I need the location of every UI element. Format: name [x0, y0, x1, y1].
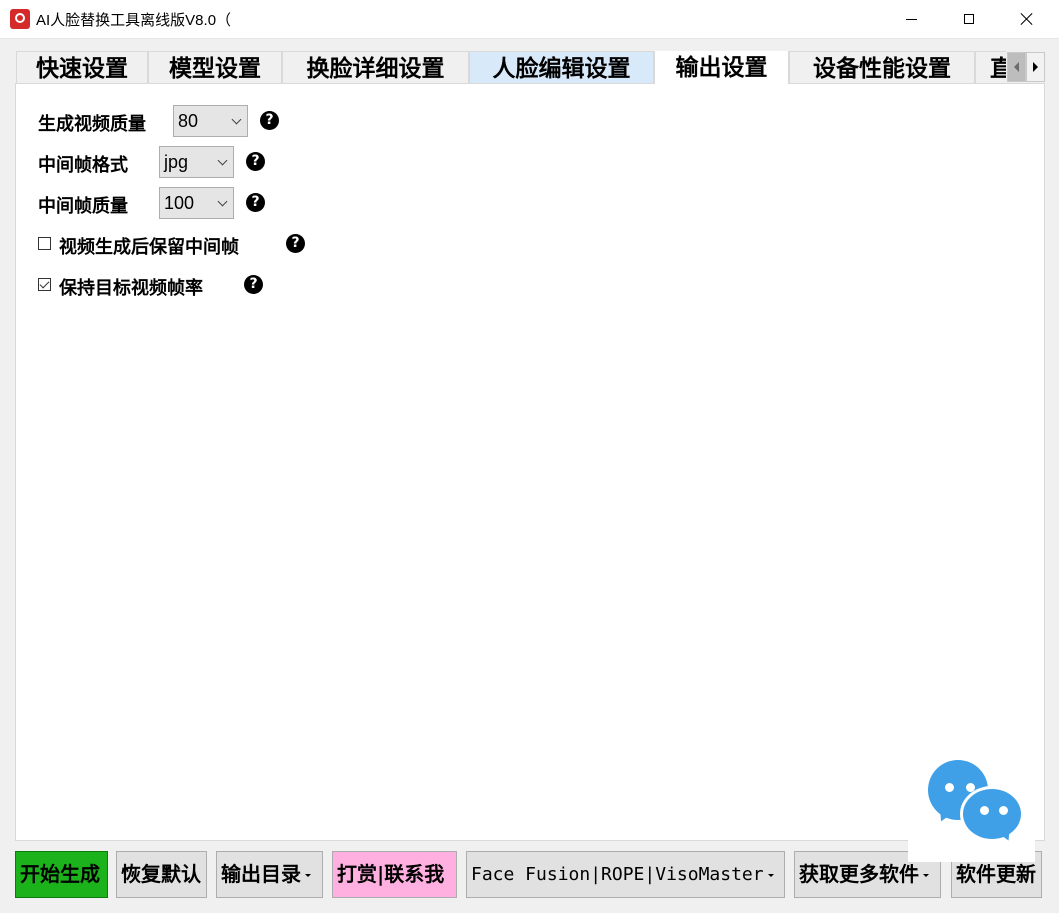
output-dir-button[interactable]: 输出目录 [216, 851, 323, 898]
engine-select-label: Face Fusion|ROPE|VisoMaster [471, 864, 764, 885]
window-title: AI人脸替换工具离线版V8.0（ [36, 12, 232, 29]
help-icon[interactable]: ? [286, 234, 305, 253]
frame-quality-select[interactable]: 100 [159, 187, 234, 219]
frame-format-value: jpg [164, 152, 189, 172]
title-bar: AI人脸替换工具离线版V8.0（ [0, 0, 1059, 39]
close-icon [1020, 12, 1034, 26]
help-icon[interactable]: ? [246, 193, 265, 212]
wechat-dot [999, 806, 1008, 815]
help-icon[interactable]: ? [260, 111, 279, 130]
help-icon[interactable]: ? [246, 152, 265, 171]
start-generate-label: 开始生成 [20, 862, 100, 886]
chevron-down-icon [217, 155, 228, 166]
chevron-down-icon [217, 196, 228, 207]
dropdown-arrow-icon [767, 873, 774, 877]
output-dir-label: 输出目录 [221, 862, 301, 886]
minimize-icon [905, 18, 917, 20]
tab-swap-detail-settings[interactable]: 换脸详细设置 [282, 51, 469, 84]
donate-contact-label: 打赏|联系我 [337, 862, 445, 886]
restore-defaults-button[interactable]: 恢复默认 [116, 851, 207, 898]
start-generate-button[interactable]: 开始生成 [15, 851, 108, 898]
tab-scroll-right-button[interactable] [1026, 52, 1045, 82]
app-logo-icon [10, 9, 30, 29]
donate-contact-button[interactable]: 打赏|联系我 [332, 851, 457, 898]
tab-strip: 快速设置 模型设置 换脸详细设置 人脸编辑设置 输出设置 设备性能设置 直 [16, 51, 1006, 84]
dropdown-arrow-icon [923, 874, 929, 877]
frame-format-label: 中间帧格式 [38, 155, 128, 176]
maximize-icon [964, 14, 974, 24]
help-icon[interactable]: ? [244, 275, 263, 294]
keep-frames-checkbox[interactable] [38, 237, 51, 250]
wechat-dot [980, 806, 989, 815]
keep-fps-label: 保持目标视频帧率 [59, 278, 203, 299]
more-software-label: 获取更多软件 [799, 862, 919, 886]
tab-quick-settings[interactable]: 快速设置 [16, 51, 148, 84]
tab-device-performance-settings[interactable]: 设备性能设置 [789, 51, 975, 84]
chevron-right-icon [1033, 62, 1038, 72]
frame-quality-value: 100 [164, 193, 195, 213]
video-quality-select[interactable]: 80 [173, 105, 248, 137]
tab-overflow[interactable]: 直 [975, 51, 1006, 84]
output-settings-panel: 生成视频质量 80 ? 中间帧格式 jpg ? 中间帧质量 100 ? 视频生成… [15, 83, 1045, 841]
dropdown-arrow-icon [305, 874, 311, 877]
video-quality-label: 生成视频质量 [38, 114, 146, 135]
restore-defaults-label: 恢复默认 [121, 862, 201, 886]
wechat-floating-widget[interactable] [908, 740, 1035, 862]
frame-format-select[interactable]: jpg [159, 146, 234, 178]
video-quality-value: 80 [178, 111, 199, 131]
wechat-dot [945, 783, 954, 792]
tab-model-settings[interactable]: 模型设置 [148, 51, 282, 84]
engine-select-button[interactable]: Face Fusion|ROPE|VisoMaster [466, 851, 785, 898]
minimize-button[interactable] [882, 0, 940, 38]
wechat-bubble-small [960, 786, 1024, 842]
keep-frames-label: 视频生成后保留中间帧 [59, 237, 239, 258]
chevron-left-icon [1014, 62, 1019, 72]
software-update-label: 软件更新 [956, 862, 1036, 886]
keep-fps-checkbox[interactable] [38, 278, 51, 291]
tab-output-settings[interactable]: 输出设置 [654, 51, 789, 84]
maximize-button[interactable] [940, 0, 998, 38]
chevron-down-icon [231, 114, 242, 125]
tab-scroll-left-button[interactable] [1007, 52, 1026, 82]
tab-face-edit-settings[interactable]: 人脸编辑设置 [469, 51, 654, 84]
frame-quality-label: 中间帧质量 [38, 196, 128, 217]
close-button[interactable] [998, 0, 1056, 38]
